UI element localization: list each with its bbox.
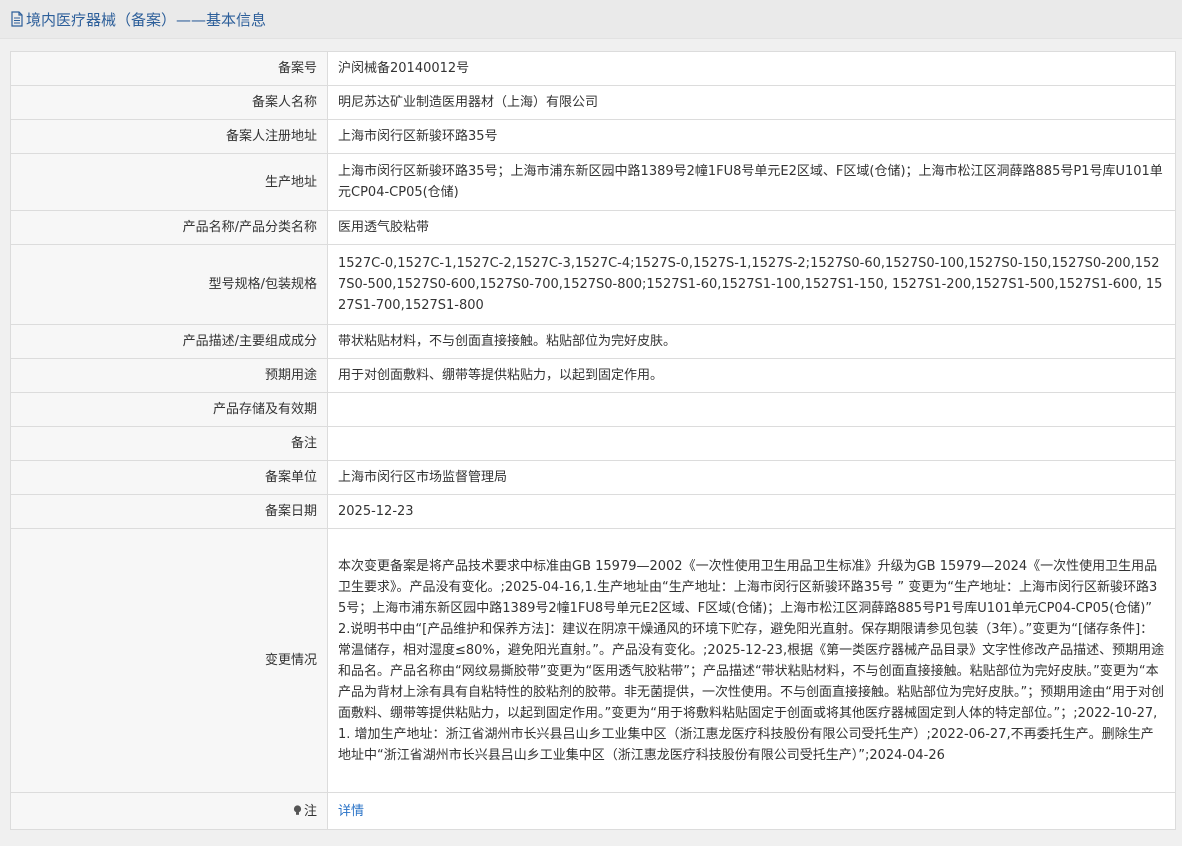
field-value: 1527C-0,1527C-1,1527C-2,1527C-3,1527C-4;… — [327, 244, 1176, 325]
field-value: 医用透气胶粘带 — [327, 210, 1176, 245]
field-value — [327, 392, 1176, 427]
row-model-spec: 型号规格/包装规格 1527C-0,1527C-1,1527C-2,1527C-… — [10, 244, 1176, 325]
note-label: 注 — [303, 803, 317, 819]
lightbulb-icon — [293, 804, 302, 815]
field-label: 生产地址 — [10, 153, 328, 211]
field-label: 备案人注册地址 — [10, 119, 328, 154]
field-value: 带状粘贴材料，不与创面直接接触。粘贴部位为完好皮肤。 — [327, 324, 1176, 359]
field-label: 产品名称/产品分类名称 — [10, 210, 328, 245]
field-label: 型号规格/包装规格 — [10, 244, 328, 325]
field-label: 产品存储及有效期 — [10, 392, 328, 427]
row-record-number: 备案号 沪闵械备20140012号 — [10, 51, 1176, 86]
row-note: 注 详情 — [10, 792, 1176, 830]
info-panel: 备案号 沪闵械备20140012号 备案人名称 明尼苏达矿业制造医用器材（上海）… — [10, 51, 1176, 830]
field-value: 沪闵械备20140012号 — [327, 51, 1176, 86]
page-header: 境内医疗器械（备案）——基本信息 — [0, 0, 1182, 39]
document-icon — [11, 11, 23, 27]
note-label-cell: 注 — [10, 792, 328, 830]
field-value: 本次变更备案是将产品技术要求中标准由GB 15979—2002《一次性使用卫生用… — [327, 528, 1176, 793]
field-value: 上海市闵行区新骏环路35号 — [327, 119, 1176, 154]
field-value: 明尼苏达矿业制造医用器材（上海）有限公司 — [327, 85, 1176, 120]
field-label: 备案日期 — [10, 494, 328, 529]
row-registrant-name: 备案人名称 明尼苏达矿业制造医用器材（上海）有限公司 — [10, 85, 1176, 120]
info-table: 备案号 沪闵械备20140012号 备案人名称 明尼苏达矿业制造医用器材（上海）… — [10, 51, 1176, 830]
field-label: 备案单位 — [10, 460, 328, 495]
row-record-unit: 备案单位 上海市闵行区市场监督管理局 — [10, 460, 1176, 495]
row-remarks: 备注 — [10, 426, 1176, 461]
details-link[interactable]: 详情 — [338, 804, 364, 819]
row-change-history: 变更情况 本次变更备案是将产品技术要求中标准由GB 15979—2002《一次性… — [10, 528, 1176, 793]
page-title: 境内医疗器械（备案）——基本信息 — [26, 10, 267, 29]
field-value — [327, 426, 1176, 461]
field-label: 产品描述/主要组成成分 — [10, 324, 328, 359]
field-value: 2025-12-23 — [327, 494, 1176, 529]
row-product-description: 产品描述/主要组成成分 带状粘贴材料，不与创面直接接触。粘贴部位为完好皮肤。 — [10, 324, 1176, 359]
field-value: 上海市闵行区新骏环路35号；上海市浦东新区园中路1389号2幢1FU8号单元E2… — [327, 153, 1176, 211]
field-label: 备案号 — [10, 51, 328, 86]
row-intended-use: 预期用途 用于对创面敷料、绷带等提供粘贴力，以起到固定作用。 — [10, 358, 1176, 393]
field-label: 预期用途 — [10, 358, 328, 393]
field-label: 备案人名称 — [10, 85, 328, 120]
note-value-cell: 详情 — [327, 792, 1176, 830]
row-production-address: 生产地址 上海市闵行区新骏环路35号；上海市浦东新区园中路1389号2幢1FU8… — [10, 153, 1176, 211]
row-registrant-address: 备案人注册地址 上海市闵行区新骏环路35号 — [10, 119, 1176, 154]
row-record-date: 备案日期 2025-12-23 — [10, 494, 1176, 529]
field-label: 变更情况 — [10, 528, 328, 793]
field-label: 备注 — [10, 426, 328, 461]
row-product-name: 产品名称/产品分类名称 医用透气胶粘带 — [10, 210, 1176, 245]
field-value: 上海市闵行区市场监督管理局 — [327, 460, 1176, 495]
row-storage-validity: 产品存储及有效期 — [10, 392, 1176, 427]
field-value: 用于对创面敷料、绷带等提供粘贴力，以起到固定作用。 — [327, 358, 1176, 393]
